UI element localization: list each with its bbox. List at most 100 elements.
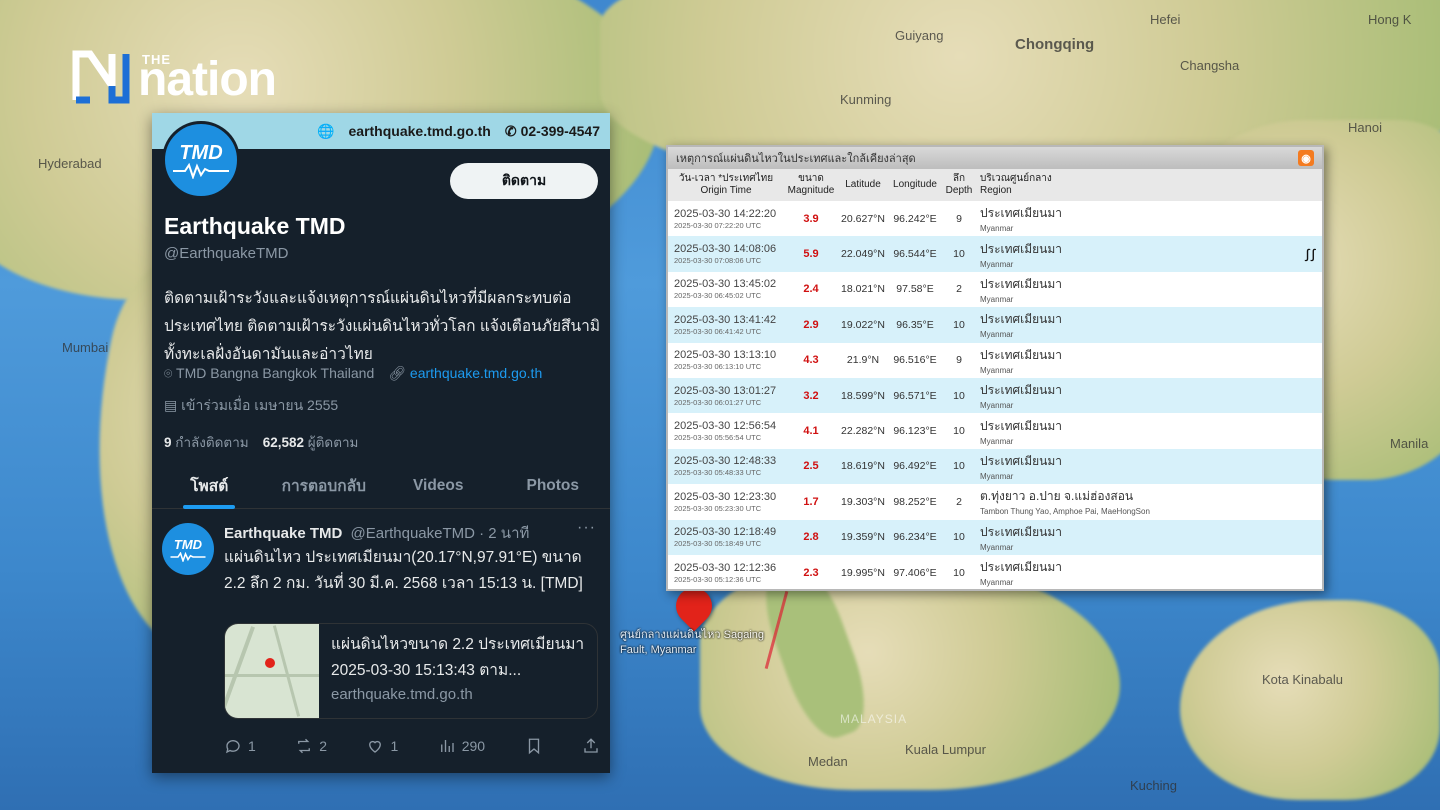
follow-button[interactable]: ติดตาม <box>450 163 598 199</box>
table-row[interactable]: 2025-03-30 13:13:10 2025-03-30 06:13:10 U… <box>668 342 1322 378</box>
cell-time: 2025-03-30 14:22:20 2025-03-30 07:22:20 U… <box>668 201 784 236</box>
like-button[interactable]: 1 <box>366 737 398 755</box>
longitude-value: 97.58°E <box>896 283 934 296</box>
tab-replies[interactable]: การตอบกลับ <box>267 463 382 508</box>
col-lon: Longitude <box>893 179 937 190</box>
col-dep-en: Depth <box>945 185 973 196</box>
bookmark-button[interactable] <box>525 737 543 755</box>
map-label: Kuching <box>1130 778 1177 793</box>
seismograph-icon <box>170 551 206 562</box>
region-en: Tambon Thung Yao, Amphoe Pai, MaeHongSon <box>980 507 1150 517</box>
followers-stat[interactable]: 62,582 ผู้ติดตาม <box>263 431 359 453</box>
cell-depth: 10 <box>942 307 976 342</box>
location: ⌾ TMD Bangna Bangkok Thailand <box>164 365 374 382</box>
map-label: Mumbai <box>62 340 109 355</box>
magnitude-value: 2.8 <box>803 531 819 544</box>
profile-avatar[interactable]: TMD <box>162 121 240 199</box>
cell-depth: 2 <box>942 272 976 307</box>
table-row[interactable]: 2025-03-30 13:45:02 2025-03-30 06:45:02 U… <box>668 271 1322 308</box>
cell-longitude: 96.123°E <box>888 413 942 448</box>
nation-logo: THE nation <box>72 50 277 104</box>
origin-time-utc: 2025-03-30 05:18:49 UTC <box>674 539 762 549</box>
cell-longitude: 96.516°E <box>888 343 942 378</box>
col-depth: ลึก Depth <box>942 169 976 201</box>
cell-depth: 10 <box>942 413 976 448</box>
felt-report-icon[interactable]: ꭍꭍ <box>1305 244 1316 266</box>
website-link[interactable]: earthquake.tmd.go.th <box>410 365 542 381</box>
map-label: Hyderabad <box>38 156 102 171</box>
table-row[interactable]: 2025-03-30 12:18:49 2025-03-30 05:18:49 U… <box>668 519 1322 555</box>
table-row[interactable]: 2025-03-30 14:22:20 2025-03-30 07:22:20 U… <box>668 201 1322 237</box>
cell-time: 2025-03-30 13:01:27 2025-03-30 06:01:27 U… <box>668 378 784 413</box>
cell-depth: 10 <box>942 520 976 555</box>
cell-time: 2025-03-30 12:48:33 2025-03-30 05:48:33 U… <box>668 449 784 484</box>
share-button[interactable] <box>582 737 600 755</box>
col-mag-en: Magnitude <box>787 185 835 196</box>
table-row[interactable]: 2025-03-30 12:48:33 2025-03-30 05:48:33 U… <box>668 448 1322 485</box>
tweet-avatar[interactable]: TMD <box>162 523 214 575</box>
tweet-header: Earthquake TMD @EarthquakeTMD · 2 นาที ·… <box>224 519 602 545</box>
origin-time-utc: 2025-03-30 05:12:36 UTC <box>674 574 762 584</box>
cell-longitude: 96.544°E <box>888 236 942 271</box>
magnitude-value: 3.9 <box>803 212 819 225</box>
map-label: MALAYSIA <box>840 712 908 726</box>
link-preview-card[interactable]: แผ่นดินไหวขนาด 2.2 ประเทศเมียนมา 2025-03… <box>224 623 598 719</box>
longitude-value: 96.571°E <box>893 389 937 402</box>
reply-count: 1 <box>248 738 256 754</box>
table-row[interactable]: 2025-03-30 12:12:36 2025-03-30 05:12:36 U… <box>668 554 1322 589</box>
joined-date: ▤ เข้าร่วมเมื่อ เมษายน 2555 <box>164 395 338 417</box>
following-stat[interactable]: 9 กำลังติดตาม <box>164 431 249 453</box>
more-options-icon[interactable]: ··· <box>577 519 596 537</box>
cell-longitude: 97.406°E <box>888 555 942 589</box>
table-row[interactable]: 2025-03-30 12:56:54 2025-03-30 05:56:54 U… <box>668 413 1322 449</box>
cell-time: 2025-03-30 14:08:06 2025-03-30 07:08:06 U… <box>668 236 784 271</box>
twitter-profile-panel: 🌐 earthquake.tmd.go.th ✆ 02-399-4547 TMD… <box>152 113 610 773</box>
table-row[interactable]: 2025-03-30 12:23:30 2025-03-30 05:23:30 U… <box>668 484 1322 520</box>
cell-latitude: 19.303°N <box>838 484 888 519</box>
location-pin-icon: ⌾ <box>164 365 177 381</box>
map-label: Changsha <box>1180 58 1240 73</box>
pin-label: ศูนย์กลางแผ่นดินไหว Sagaing Fault, Myanm… <box>620 629 764 656</box>
website[interactable]: 🔗︎ earthquake.tmd.go.th <box>388 365 542 382</box>
region-en: Myanmar <box>980 436 1014 446</box>
tweet[interactable]: TMD Earthquake TMD @EarthquakeTMD · 2 นา… <box>152 511 610 773</box>
cell-latitude: 18.599°N <box>838 378 888 413</box>
repost-button[interactable]: 2 <box>295 737 327 755</box>
map-label: Medan <box>808 754 848 769</box>
globe-icon: 🌐 <box>317 122 335 139</box>
cell-depth: 9 <box>942 201 976 236</box>
depth-value: 2 <box>956 283 962 296</box>
table-row[interactable]: 2025-03-30 13:41:42 2025-03-30 06:41:42 U… <box>668 307 1322 343</box>
cell-depth: 10 <box>942 378 976 413</box>
table-row[interactable]: 2025-03-30 13:01:27 2025-03-30 06:01:27 U… <box>668 377 1322 414</box>
depth-value: 10 <box>953 531 965 544</box>
tab-videos[interactable]: Videos <box>381 463 496 508</box>
bookmark-icon <box>528 738 539 755</box>
tab-posts[interactable]: โพสต์ <box>152 463 267 509</box>
tweet-actions: 1 2 1 290 <box>224 737 600 755</box>
cell-time: 2025-03-30 12:56:54 2025-03-30 05:56:54 U… <box>668 413 784 448</box>
depth-value: 10 <box>953 425 965 438</box>
views-button[interactable]: 290 <box>438 737 485 755</box>
share-icon <box>584 738 598 753</box>
tweet-text: แผ่นดินไหว ประเทศเมียนมา(20.17°N,97.91°E… <box>224 549 583 592</box>
cell-depth: 2 <box>942 484 976 519</box>
rss-icon[interactable]: ◉ <box>1298 150 1314 166</box>
following-count: 9 <box>164 435 172 450</box>
origin-time: 2025-03-30 13:01:27 <box>674 384 777 397</box>
col-longitude: Longitude <box>888 169 942 201</box>
reply-button[interactable]: 1 <box>224 737 256 755</box>
latitude-value: 21.9°N <box>846 354 880 367</box>
cell-time: 2025-03-30 12:12:36 2025-03-30 05:12:36 U… <box>668 555 784 589</box>
tweet-author[interactable]: Earthquake TMD <box>224 525 342 542</box>
longitude-value: 96.544°E <box>893 248 937 261</box>
cell-longitude: 97.58°E <box>888 272 942 307</box>
location-text: TMD Bangna Bangkok Thailand <box>176 365 375 381</box>
latitude-value: 19.995°N <box>841 566 885 579</box>
depth-value: 2 <box>956 495 962 508</box>
latitude-value: 18.619°N <box>841 460 885 473</box>
tab-photos[interactable]: Photos <box>496 463 611 508</box>
origin-time: 2025-03-30 13:13:10 <box>674 349 777 362</box>
region-th: ประเทศเมียนมา <box>980 206 1063 221</box>
table-row[interactable]: 2025-03-30 14:08:06 2025-03-30 07:08:06 U… <box>668 236 1322 272</box>
